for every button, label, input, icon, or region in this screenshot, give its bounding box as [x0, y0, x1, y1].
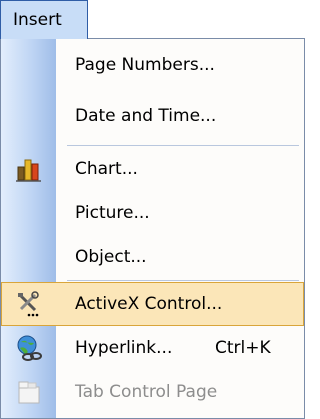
tab-page-icon — [15, 378, 43, 406]
menu-item-page-numbers[interactable]: Page Numbers... — [1, 43, 304, 87]
hyperlink-icon — [15, 334, 43, 362]
insert-menu: Page Numbers... Date and Time... Chart..… — [0, 38, 305, 419]
menu-item-label: Object... — [75, 247, 147, 267]
menu-title-insert[interactable]: Insert — [0, 0, 88, 39]
menu-item-object[interactable]: Object... — [1, 235, 304, 279]
menu-item-hyperlink[interactable]: Hyperlink... Ctrl+K — [1, 326, 304, 370]
menu-item-label: Tab Control Page — [75, 382, 218, 402]
menu-item-label: Picture... — [75, 203, 150, 223]
menu-item-shortcut: Ctrl+K — [215, 338, 271, 358]
menu-item-label: ActiveX Control... — [75, 294, 223, 314]
menu-item-chart[interactable]: Chart... — [1, 147, 304, 191]
menu-separator — [67, 145, 299, 146]
menu-item-label: Date and Time... — [75, 106, 217, 126]
menu-item-label: Hyperlink... — [75, 338, 173, 358]
chart-icon — [15, 155, 43, 183]
menu-item-activex-control[interactable]: ActiveX Control... — [1, 282, 304, 326]
menu-item-label: Chart... — [75, 159, 138, 179]
menu-item-label: Page Numbers... — [75, 55, 215, 75]
menu-item-picture[interactable]: Picture... — [1, 191, 304, 235]
menu-item-date-and-time[interactable]: Date and Time... — [1, 94, 304, 138]
tools-icon — [15, 290, 43, 318]
menu-item-tab-control-page[interactable]: Tab Control Page — [1, 370, 304, 414]
menu-separator — [67, 280, 299, 281]
